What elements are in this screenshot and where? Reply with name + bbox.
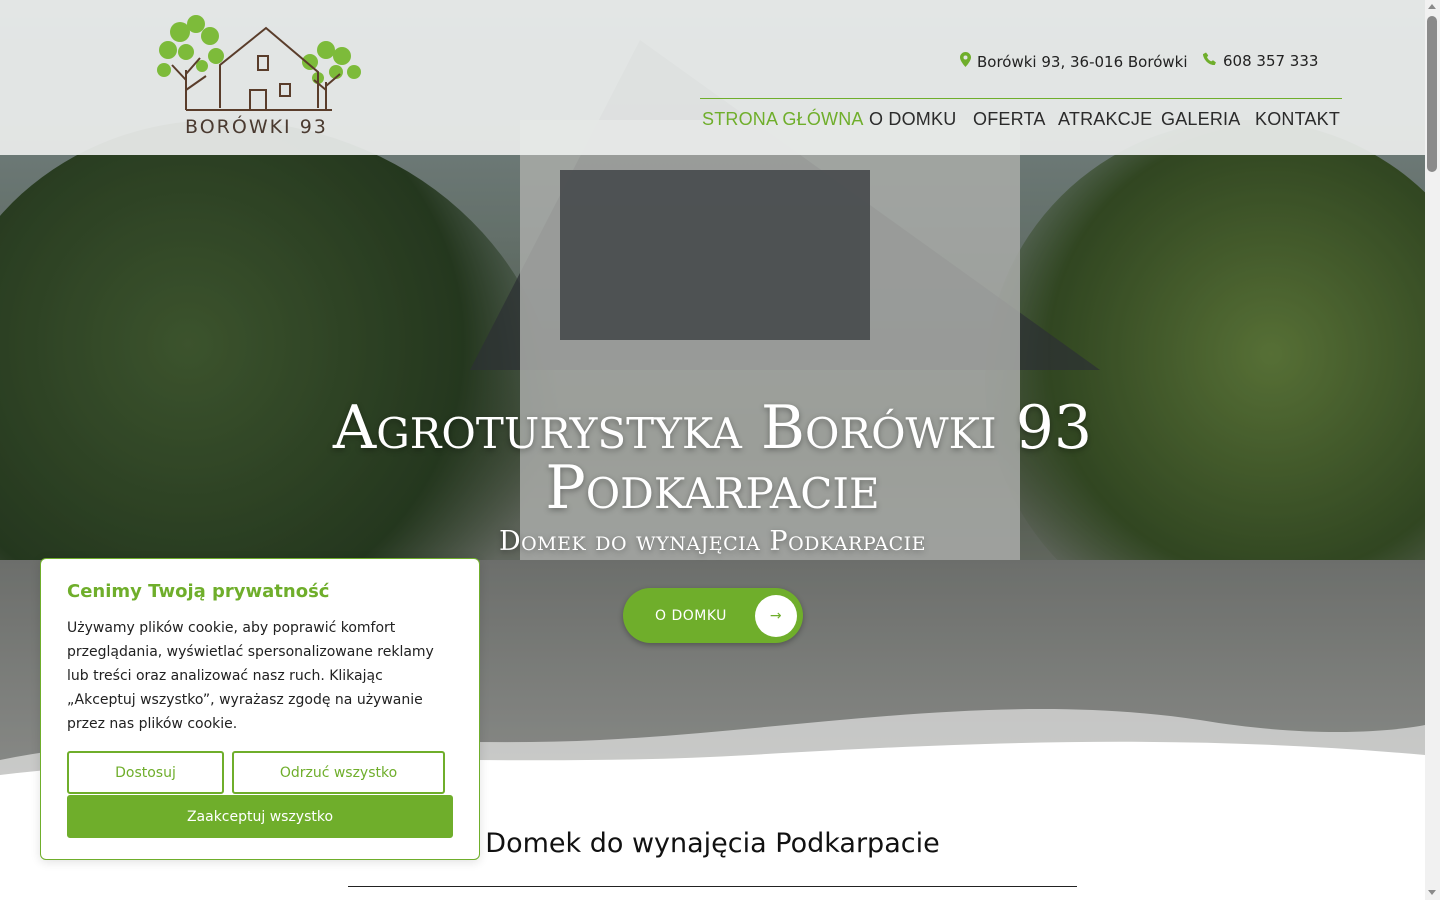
cookie-title: Cenimy Twoją prywatność: [67, 581, 330, 602]
cookie-text: Używamy plików cookie, aby poprawić komf…: [67, 620, 434, 732]
cookie-reject-button[interactable]: Odrzuć wszystko: [232, 751, 445, 794]
header-phone[interactable]: 608 357 333: [1202, 52, 1319, 70]
nav-item-o-domku[interactable]: O DOMKU: [869, 109, 956, 130]
cookie-consent-dialog: Cenimy Twoją prywatność Używamy plików c…: [40, 558, 480, 860]
nav-item-strona-glowna[interactable]: STRONA GŁÓWNA: [702, 109, 864, 130]
scroll-up-arrow-icon[interactable]: [1428, 4, 1436, 9]
cookie-customize-button[interactable]: Dostosuj: [67, 751, 224, 794]
cookie-accept-button[interactable]: Zaakceptuj wszystko: [67, 795, 453, 838]
page-scrollbar[interactable]: [1425, 0, 1440, 900]
logo-text: BORÓWKI 93: [185, 116, 328, 138]
nav-item-galeria[interactable]: GALERIA: [1161, 109, 1240, 130]
hero-subtitle: Domek do wynajęcia Podkarpacie: [498, 526, 927, 557]
nav-item-atrakcje[interactable]: ATRAKCJE: [1058, 109, 1152, 130]
hero-title-line-2: Podkarpacie: [545, 453, 880, 523]
site-header: BORÓWKI 93 Borówki 93, 36-016 Borówki 60…: [0, 0, 1425, 155]
header-address[interactable]: Borówki 93, 36-016 Borówki: [960, 52, 1188, 71]
hero-title-line-1: Agroturystyka Borówki 93: [332, 393, 1093, 463]
nav-item-kontakt[interactable]: KONTAKT: [1255, 109, 1340, 130]
section-divider: [348, 886, 1077, 887]
nav-item-oferta[interactable]: OFERTA: [973, 109, 1046, 130]
scroll-down-arrow-icon[interactable]: [1428, 890, 1436, 895]
phone-icon: [1202, 52, 1217, 70]
o-domku-button-label: O DOMKU: [655, 607, 727, 624]
nav-divider: [700, 98, 1342, 99]
address-text: Borówki 93, 36-016 Borówki: [977, 52, 1188, 71]
arrow-right-icon: →: [755, 595, 797, 637]
page: Agroturystyka Borówki 93 Podkarpacie Dom…: [0, 0, 1440, 900]
map-marker-icon: [960, 52, 971, 71]
phone-text: 608 357 333: [1223, 52, 1319, 70]
o-domku-button[interactable]: O DOMKU →: [623, 588, 803, 643]
scrollbar-thumb[interactable]: [1427, 16, 1437, 172]
